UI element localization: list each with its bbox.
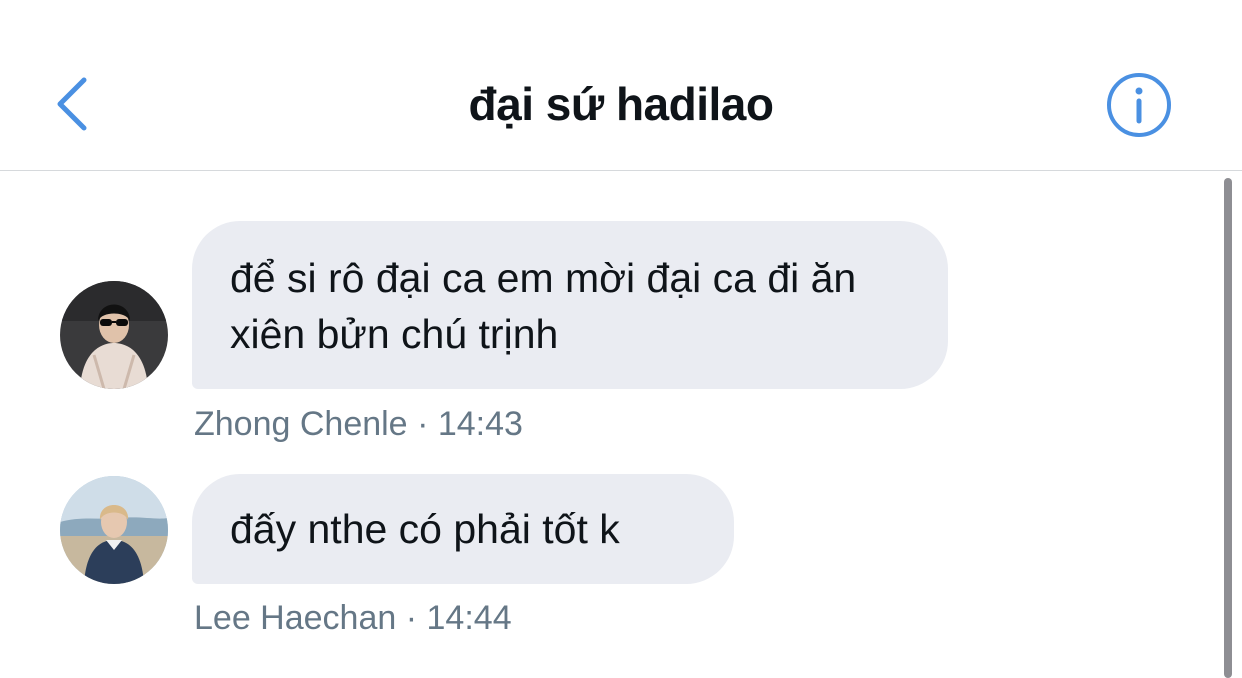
meta-separator: ·	[405, 599, 418, 637]
meta-separator: ·	[417, 405, 429, 443]
info-button[interactable]	[1104, 70, 1174, 140]
message-meta: Lee Haechan · 14:44	[194, 598, 512, 638]
message-bubble[interactable]: đấy nthe có phải tốt k	[192, 474, 734, 584]
avatar-photo	[60, 281, 168, 389]
message-bubble[interactable]: để si rô đại ca em mời đại ca đi ăn xiên…	[192, 221, 948, 389]
message-meta: Zhong Chenle · 14:43	[194, 404, 523, 444]
avatar[interactable]	[60, 476, 168, 584]
avatar-photo	[60, 476, 168, 584]
conversation-header: đại sứ hadilao	[0, 0, 1242, 171]
sender-name[interactable]: Zhong Chenle	[194, 405, 408, 443]
message-time: 14:43	[437, 405, 523, 443]
scrollbar[interactable]	[1224, 178, 1232, 678]
avatar[interactable]	[60, 281, 168, 389]
conversation-title: đại sứ hadilao	[468, 78, 774, 130]
info-circle-icon	[1107, 73, 1171, 137]
message-time: 14:44	[426, 599, 512, 637]
sender-name[interactable]: Lee Haechan	[194, 599, 396, 637]
